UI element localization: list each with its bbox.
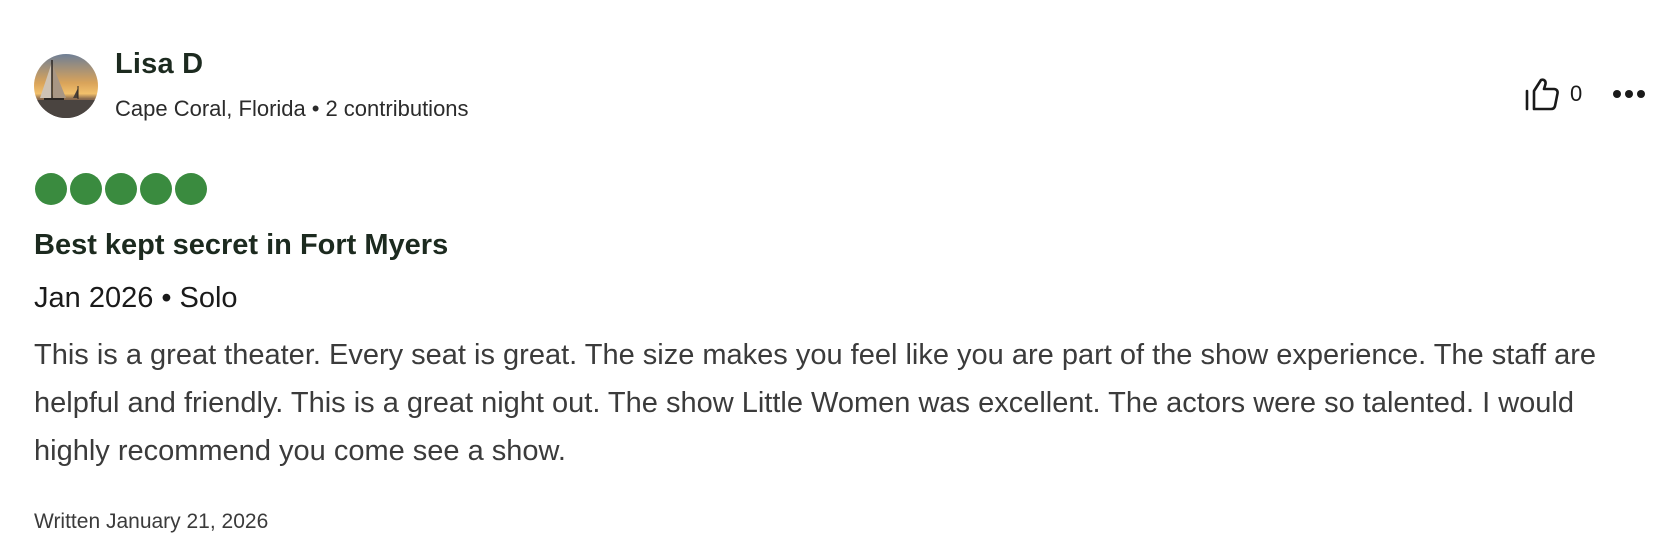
avatar[interactable] — [34, 54, 98, 118]
reviewer-contributions[interactable]: 2 contributions — [325, 96, 468, 121]
rating-bubble-icon — [175, 173, 207, 205]
review-card: Lisa D Cape Coral, Florida • 2 contributio… — [0, 0, 1674, 552]
review-title[interactable]: Best kept secret in Fort Myers — [34, 229, 448, 262]
rating-bubbles — [35, 173, 207, 205]
sailboat-sunset-avatar-icon — [34, 54, 98, 118]
trip-separator: • — [161, 282, 172, 314]
thumbs-up-icon — [1525, 78, 1559, 111]
trip-info: Jan 2026 • Solo — [34, 282, 238, 315]
reviewer-name[interactable]: Lisa D — [115, 48, 203, 81]
rating-bubble-icon — [35, 173, 67, 205]
reviewer-meta: Cape Coral, Florida • 2 contributions — [115, 96, 469, 122]
reviewer-location: Cape Coral, Florida — [115, 96, 306, 121]
visit-date: Jan 2026 — [34, 282, 154, 314]
rating-bubble-icon — [105, 173, 137, 205]
helpful-count: 0 — [1570, 81, 1583, 106]
helpful-vote-button[interactable]: 0 — [1524, 76, 1582, 112]
more-options-button[interactable] — [1610, 80, 1648, 108]
more-options-icon — [1613, 90, 1645, 98]
rating-bubble-icon — [70, 173, 102, 205]
trip-type: Solo — [179, 282, 238, 314]
written-date: Written January 21, 2026 — [34, 510, 269, 533]
rating-bubble-icon — [140, 173, 172, 205]
review-body: This is a great theater. Every seat is g… — [34, 339, 1596, 467]
meta-separator: • — [311, 96, 320, 121]
